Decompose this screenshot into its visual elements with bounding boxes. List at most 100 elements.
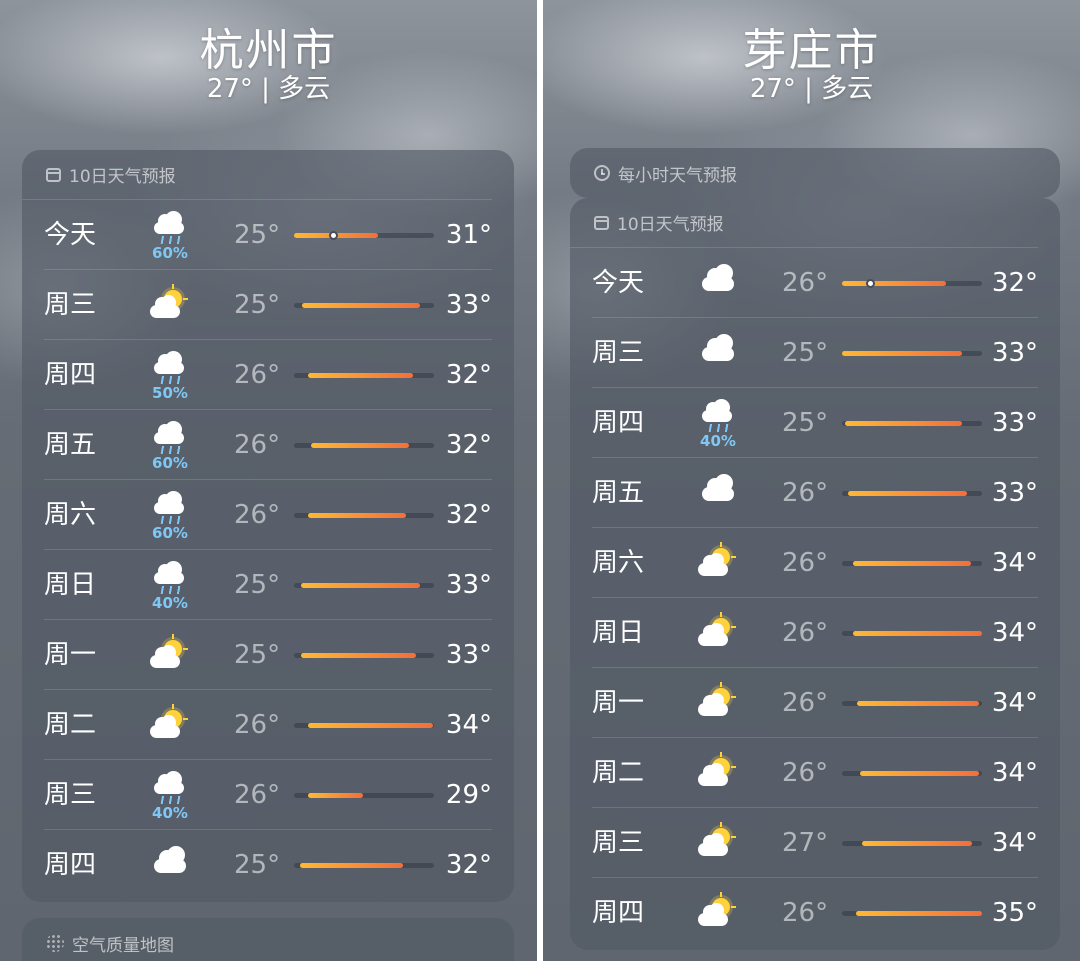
forecast-row[interactable]: 周五 60% 26° 32° [44, 410, 492, 480]
temp-range-fill [308, 513, 406, 518]
high-temp: 32° [445, 430, 492, 460]
temp-range-bar [294, 653, 434, 658]
weather-panel-nhatrang: 芽庄市 27° | 多云 每小时天气预报 10日天气预报 今天 26° 32° 周三 2… [543, 0, 1080, 961]
current-temp-indicator [866, 279, 875, 288]
day-label: 周三 [44, 290, 97, 320]
precip-chance: 60% [152, 454, 188, 472]
temp-range-fill [848, 491, 967, 496]
forecast-list: 今天 26° 32° 周三 25° 33° 周四 40% 25° 33° 周五 26° 33° 周六 26°… [570, 248, 1060, 948]
partly-sunny-icon [696, 886, 740, 940]
forecast-row[interactable]: 周二 26° 34° [592, 738, 1038, 808]
forecast-row[interactable]: 周六 26° 34° [592, 528, 1038, 598]
temp-range-fill [856, 911, 982, 916]
day-label: 周一 [44, 640, 97, 670]
forecast-row[interactable]: 周三 40% 26° 29° [44, 760, 492, 830]
forecast-row[interactable]: 周四 50% 26° 32° [44, 340, 492, 410]
calendar-icon [594, 215, 609, 230]
low-temp: 27° [782, 828, 829, 858]
low-temp: 26° [234, 360, 281, 390]
high-temp: 34° [991, 688, 1038, 718]
forecast-row[interactable]: 周一 26° 34° [592, 668, 1038, 738]
forecast-row[interactable]: 周四 40% 25° 33° [592, 388, 1038, 458]
temp-range-bar [842, 631, 982, 636]
day-label: 周三 [592, 828, 645, 858]
temp-range-bar [842, 701, 982, 706]
day-label: 周四 [592, 898, 645, 928]
forecast-row[interactable]: 周日 26° 34° [592, 598, 1038, 668]
low-temp: 25° [234, 220, 281, 250]
forecast-row[interactable]: 周二 26° 34° [44, 690, 492, 760]
precip-chance: 40% [152, 804, 188, 822]
day-label: 周六 [592, 548, 645, 578]
forecast-row[interactable]: 周日 40% 25° 33° [44, 550, 492, 620]
forecast-row[interactable]: 周三 25° 33° [44, 270, 492, 340]
low-temp: 26° [782, 268, 829, 298]
low-temp: 26° [234, 500, 281, 530]
ten-day-forecast-card[interactable]: 10日天气预报 今天 60% 25° 31° 周三 25° 33° 周四 50% 26° 32° 周五… [22, 150, 514, 902]
air-quality-map-card[interactable]: 空气质量地图 [22, 918, 514, 961]
forecast-row[interactable]: 周六 60% 26° 32° [44, 480, 492, 550]
low-temp: 25° [234, 290, 281, 320]
forecast-row[interactable]: 今天 60% 25° 31° [44, 200, 492, 270]
forecast-row[interactable]: 周三 25° 33° [592, 318, 1038, 388]
day-label: 周二 [44, 710, 97, 740]
temp-range-fill [311, 443, 409, 448]
day-label: 周六 [44, 500, 97, 530]
card-header: 每小时天气预报 [570, 148, 1038, 198]
high-temp: 33° [445, 290, 492, 320]
temp-range-bar [842, 911, 982, 916]
forecast-row[interactable]: 周一 25° 33° [44, 620, 492, 690]
forecast-row[interactable]: 周四 26° 35° [592, 878, 1038, 948]
forecast-row[interactable]: 周三 27° 34° [592, 808, 1038, 878]
temp-range-fill [301, 583, 420, 588]
high-temp: 34° [991, 828, 1038, 858]
temp-range-fill [308, 723, 433, 728]
low-temp: 25° [782, 338, 829, 368]
temp-range-bar [294, 793, 434, 798]
temp-range-bar [842, 279, 982, 288]
day-label: 周三 [44, 780, 97, 810]
low-temp: 26° [782, 688, 829, 718]
day-label: 周四 [44, 360, 97, 390]
precip-chance: 50% [152, 384, 188, 402]
day-label: 周日 [44, 570, 97, 600]
high-temp: 29° [445, 780, 492, 810]
low-temp: 26° [234, 430, 281, 460]
low-temp: 26° [234, 780, 281, 810]
high-temp: 33° [991, 338, 1038, 368]
temp-range-fill [842, 281, 946, 286]
air-quality-icon [46, 934, 64, 952]
precip-chance: 40% [152, 594, 188, 612]
ten-day-forecast-card[interactable]: 10日天气预报 今天 26° 32° 周三 25° 33° 周四 40% 25° 33° 周五 26°… [570, 198, 1060, 950]
high-temp: 33° [445, 570, 492, 600]
high-temp: 32° [445, 850, 492, 880]
partly-sunny-icon [696, 746, 740, 800]
low-temp: 26° [782, 548, 829, 578]
day-label: 周五 [592, 478, 645, 508]
card-title: 每小时天气预报 [618, 165, 737, 186]
low-temp: 25° [234, 570, 281, 600]
card-title: 10日天气预报 [69, 167, 176, 187]
forecast-row[interactable]: 周五 26° 33° [592, 458, 1038, 528]
day-label: 周四 [44, 850, 97, 880]
forecast-row[interactable]: 今天 26° 32° [592, 248, 1038, 318]
precip-chance: 40% [700, 432, 736, 450]
partly-sunny-icon [696, 536, 740, 590]
high-temp: 34° [991, 758, 1038, 788]
temp-range-fill [853, 561, 971, 566]
forecast-row[interactable]: 周四 25° 32° [44, 830, 492, 900]
temp-range-bar [294, 583, 434, 588]
card-title: 空气质量地图 [72, 935, 174, 956]
cloud-icon [148, 838, 192, 892]
temp-range-fill [842, 351, 962, 356]
temp-range-fill [300, 863, 403, 868]
hourly-forecast-card[interactable]: 每小时天气预报 [570, 148, 1060, 198]
day-label: 周二 [592, 758, 645, 788]
low-temp: 26° [234, 710, 281, 740]
card-title: 10日天气预报 [617, 215, 724, 235]
forecast-list: 今天 60% 25° 31° 周三 25° 33° 周四 50% 26° 32° 周五 60% 26° 32… [22, 200, 514, 900]
day-label: 周三 [592, 338, 645, 368]
high-temp: 33° [991, 408, 1038, 438]
high-temp: 34° [445, 710, 492, 740]
temp-range-fill [308, 793, 363, 798]
